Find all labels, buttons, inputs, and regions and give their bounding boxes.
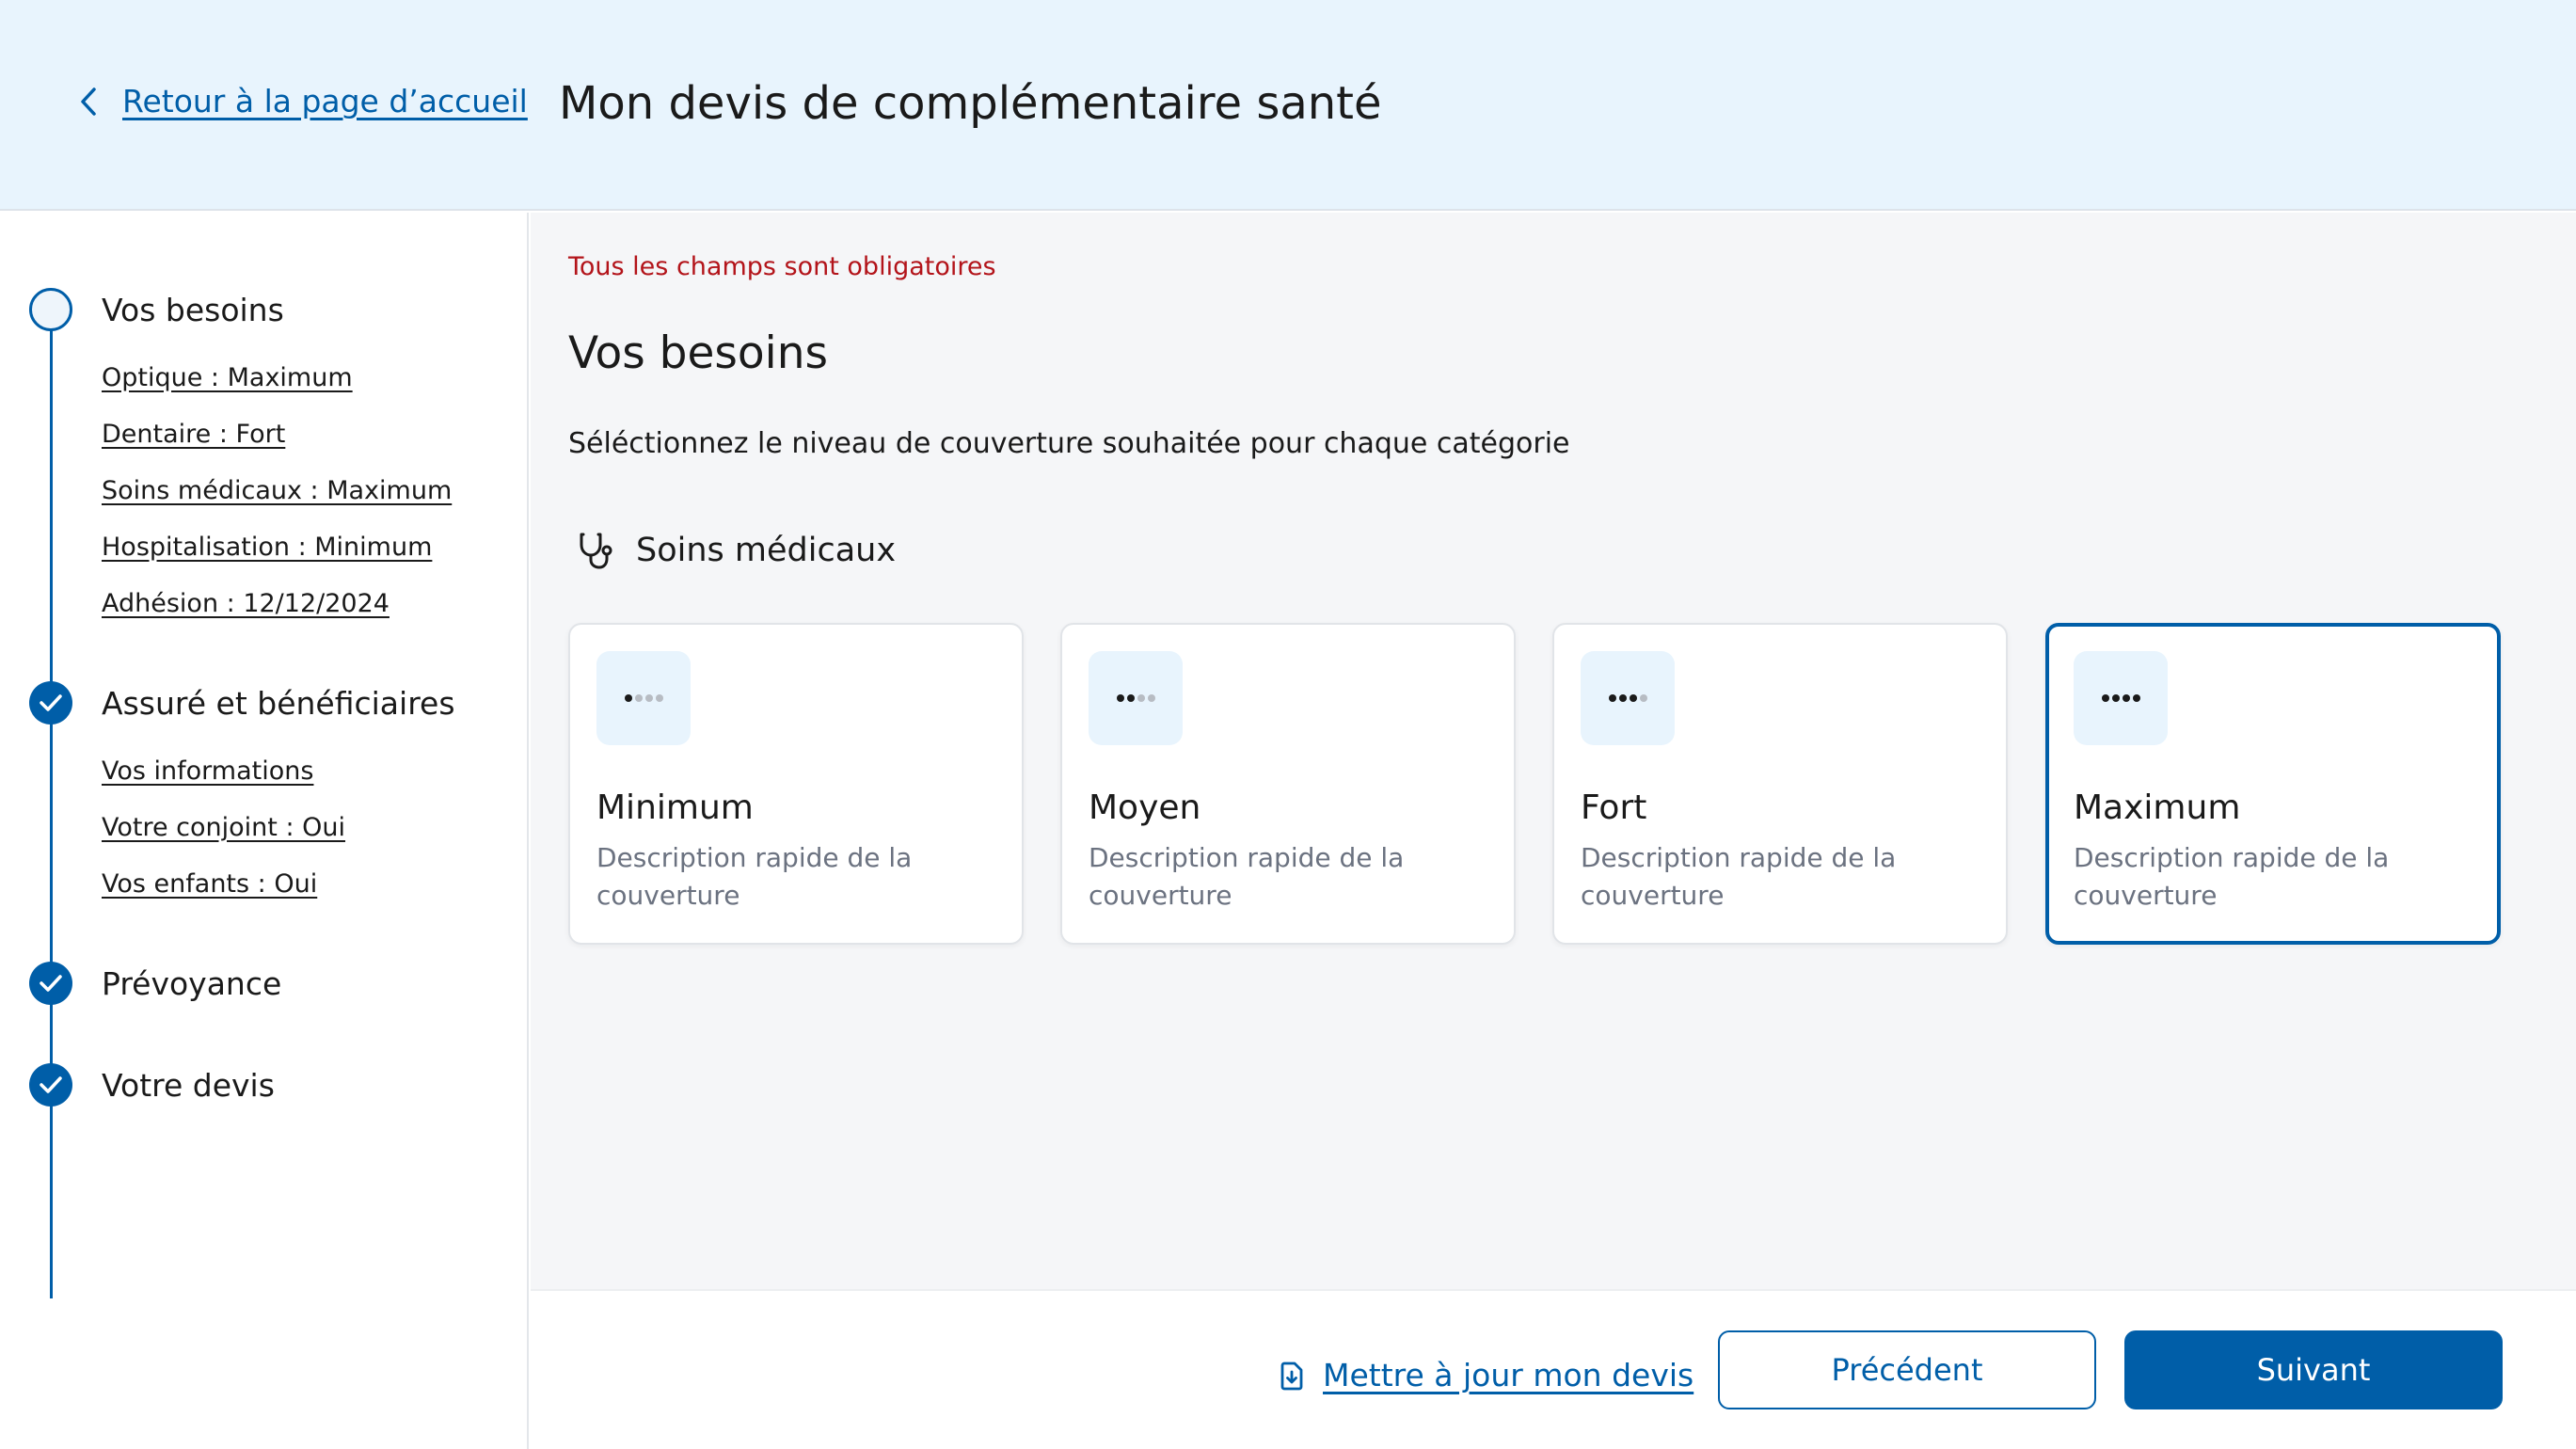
sidebar-link-optique[interactable]: Optique : Maximum: [102, 363, 353, 392]
sidebar-link-dentaire[interactable]: Dentaire : Fort: [102, 420, 285, 449]
header: Retour à la page d’accueil Mon devis de …: [0, 0, 2576, 211]
step-title-vos-besoins: Vos besoins: [102, 292, 284, 328]
next-button[interactable]: Suivant: [2124, 1330, 2503, 1409]
step-title-assure: Assuré et bénéficiaires: [102, 685, 455, 722]
option-title: Moyen: [1089, 788, 1201, 827]
footer-actions: Mettre à jour mon devis Précédent Suivan…: [531, 1289, 2576, 1449]
required-fields-note: Tous les champs sont obligatoires: [568, 252, 996, 281]
main-content: Tous les champs sont obligatoires Vos be…: [531, 213, 2576, 1289]
sidebar-link-adhesion[interactable]: Adhésion : 12/12/2024: [102, 589, 390, 618]
coverage-option-fort[interactable]: Fort Description rapide de la couverture: [1552, 623, 2008, 945]
sidebar-link-conjoint[interactable]: Votre conjoint : Oui: [102, 813, 345, 842]
step-title-votre-devis: Votre devis: [102, 1067, 275, 1104]
check-icon: [40, 975, 62, 992]
step-done-indicator: [29, 1063, 72, 1107]
document-update-icon: [1280, 1361, 1303, 1390]
section-description: Séléctionnez le niveau de couverture sou…: [568, 427, 1570, 460]
check-icon: [40, 694, 62, 711]
option-title: Fort: [1581, 788, 1647, 827]
option-description: Description rapide de la couverture: [2074, 842, 2390, 911]
step-done-indicator: [29, 681, 72, 724]
back-home-label: Retour à la page d’accueil: [122, 83, 528, 119]
level-2-icon: [1089, 651, 1183, 745]
timeline-line: [50, 310, 53, 1298]
option-description: Description rapide de la couverture: [1089, 842, 1405, 911]
category-header: Soins médicaux: [578, 531, 896, 570]
back-home-link[interactable]: Retour à la page d’accueil: [79, 83, 528, 119]
option-description: Description rapide de la couverture: [596, 842, 913, 911]
stethoscope-icon: [580, 533, 612, 569]
level-3-icon: [1581, 651, 1675, 745]
option-title: Maximum: [2074, 788, 2241, 827]
sidebar-link-hospitalisation[interactable]: Hospitalisation : Minimum: [102, 533, 432, 562]
step-title-prevoyance: Prévoyance: [102, 965, 282, 1002]
level-4-icon: [2074, 651, 2168, 745]
sidebar-link-vos-informations[interactable]: Vos informations: [102, 756, 313, 786]
progress-sidebar: Vos besoins Optique : Maximum Dentaire :…: [0, 213, 529, 1449]
page-title: Mon devis de complémentaire santé: [559, 77, 1382, 130]
sidebar-link-soins-medicaux[interactable]: Soins médicaux : Maximum: [102, 476, 452, 505]
coverage-option-moyen[interactable]: Moyen Description rapide de la couvertur…: [1060, 623, 1516, 945]
coverage-option-minimum[interactable]: Minimum Description rapide de la couvert…: [568, 623, 1024, 945]
previous-button[interactable]: Précédent: [1718, 1330, 2096, 1409]
step-current-indicator: [29, 288, 72, 331]
check-icon: [40, 1076, 62, 1093]
section-title: Vos besoins: [568, 327, 829, 379]
update-quote-label: Mettre à jour mon devis: [1323, 1357, 1694, 1393]
level-1-icon: [596, 651, 691, 745]
update-quote-link[interactable]: Mettre à jour mon devis: [1280, 1357, 1693, 1393]
step-done-indicator: [29, 962, 72, 1005]
sidebar-link-enfants[interactable]: Vos enfants : Oui: [102, 869, 317, 899]
option-title: Minimum: [596, 788, 754, 827]
chevron-left-icon: [81, 87, 96, 116]
coverage-option-maximum[interactable]: Maximum Description rapide de la couvert…: [2045, 623, 2501, 945]
option-description: Description rapide de la couverture: [1581, 842, 1897, 911]
category-label: Soins médicaux: [636, 532, 897, 569]
